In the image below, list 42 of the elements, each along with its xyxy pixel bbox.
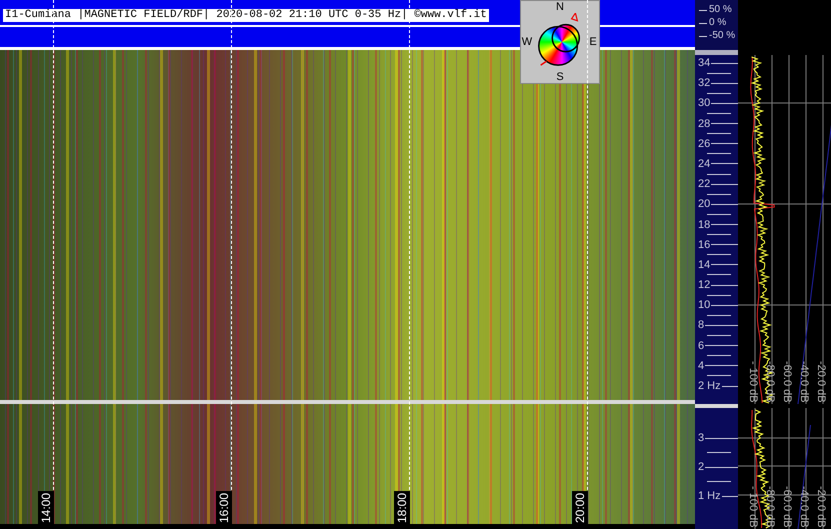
frequency-label: 28 — [698, 118, 710, 130]
compass-direction-label: N — [555, 1, 565, 13]
frequency-label: 26 — [698, 138, 710, 150]
time-label: 20:00 — [572, 490, 588, 525]
time-label: 16:00 — [216, 490, 232, 525]
decibel-label: -20.0 dB — [814, 361, 827, 403]
decibel-label: - 100 dB — [746, 361, 759, 403]
frequency-label: 1 Hz — [698, 490, 721, 502]
amplitude-label: 50 % — [709, 4, 732, 16]
compass-direction-label: S — [555, 71, 565, 83]
frequency-label: 22 — [698, 178, 710, 190]
amplitude-label: -50 % — [709, 30, 736, 42]
frequency-label: 12 — [698, 279, 710, 292]
frequency-label: 32 — [698, 77, 710, 90]
compass-direction-label: W — [521, 34, 533, 50]
decibel-label: -60.0 dB — [780, 486, 793, 528]
frequency-label: 2 Hz — [698, 380, 721, 392]
frequency-label: 16 — [698, 238, 710, 251]
decibel-label: -40.0 dB — [797, 361, 810, 403]
time-label: 14:00 — [38, 490, 54, 525]
time-label: 18:00 — [394, 490, 410, 525]
frequency-label: 6 — [698, 340, 704, 352]
frequency-label: 24 — [698, 158, 710, 170]
decibel-label: -40.0 dB — [797, 486, 810, 528]
frequency-label: 4 — [698, 360, 704, 372]
chart-title: I1-Cumiana |MAGNETIC FIELD/RDF| 2020-08-02 21:10 UTC 0-35 Hz| ©www.vlf.it — [3, 9, 489, 22]
frequency-label: 20 — [698, 198, 710, 210]
decibel-label: -20.0 dB — [814, 486, 827, 528]
compass-direction-label: E — [588, 34, 598, 50]
frequency-label: 18 — [698, 218, 710, 230]
amplitude-label: 0 % — [709, 17, 726, 29]
frequency-label: 2 — [698, 461, 704, 473]
decibel-label: -80.0 dB — [763, 486, 776, 528]
frequency-label: 34 — [698, 57, 710, 69]
frequency-label: 3 — [698, 432, 704, 444]
frequency-label: 10 — [698, 299, 710, 312]
decibel-label: -60.0 dB — [780, 361, 793, 403]
decibel-label: -80.0 dB — [763, 361, 776, 403]
frequency-label: 8 — [698, 319, 704, 332]
frequency-label: 30 — [698, 97, 710, 110]
frequency-label: 14 — [698, 258, 710, 271]
decibel-label: - 100 dB — [746, 486, 759, 528]
